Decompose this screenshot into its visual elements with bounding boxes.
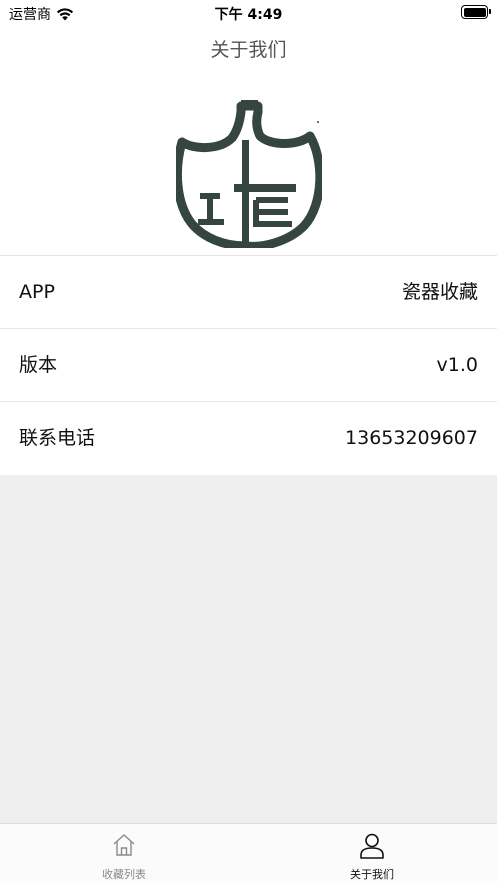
info-row-phone[interactable]: 联系电话 13653209607: [0, 402, 497, 475]
logo-area: [0, 74, 497, 256]
tab-label: 收藏列表: [102, 868, 146, 881]
user-icon: [360, 833, 384, 859]
navigation-bar: 关于我们: [0, 26, 497, 74]
phone-number[interactable]: 13653209607: [345, 402, 478, 475]
tab-about-us[interactable]: 关于我们: [248, 824, 496, 883]
page-title: 关于我们: [210, 39, 287, 61]
info-value: 瓷器收藏: [401, 281, 478, 303]
clock: 下午 4:49: [214, 7, 283, 23]
battery-icon: [461, 5, 491, 19]
info-label: 版本: [19, 354, 58, 376]
tab-favorites-list[interactable]: 收藏列表: [0, 824, 248, 883]
info-row-app: APP 瓷器收藏: [0, 256, 497, 329]
app-logo: [176, 100, 322, 248]
info-label: APP: [19, 281, 55, 303]
status-bar: 运营商 下午 4:49: [0, 0, 497, 26]
tab-bar: 收藏列表 关于我们: [0, 823, 497, 883]
info-label: 联系电话: [19, 427, 96, 449]
home-icon: [113, 834, 135, 856]
info-value: v1.0: [436, 354, 478, 376]
info-row-version: 版本 v1.0: [0, 329, 497, 402]
tab-label: 关于我们: [350, 868, 394, 881]
